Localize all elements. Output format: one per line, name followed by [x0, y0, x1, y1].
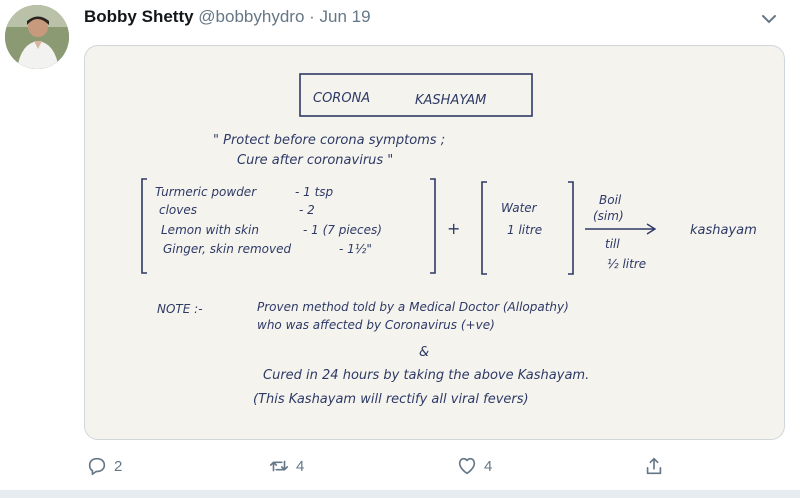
tweet-date[interactable]: Jun 19 [320, 7, 371, 26]
note-line1: Proven method told by a Medical Doctor (… [257, 300, 569, 314]
avatar[interactable] [5, 5, 69, 69]
note-line2: who was affected by Coronavirus (+ve) [257, 318, 495, 332]
right-bracket [430, 178, 436, 274]
quote-line1: " Protect before corona symptoms ; [213, 133, 445, 148]
till-line1: till [605, 237, 620, 251]
arrow-icon [585, 223, 657, 235]
ingredient-name: Ginger, skin removed [163, 242, 291, 256]
separator: · [309, 7, 315, 26]
title-right: KASHAYAM [415, 93, 486, 108]
reply-icon [88, 457, 106, 476]
like-count: 4 [484, 457, 493, 475]
left-bracket [141, 178, 147, 274]
water-label: Water [501, 201, 538, 215]
tweet-header: Bobby Shetty @bobbyhydro · Jun 19 [84, 6, 371, 28]
retweet-count: 4 [296, 457, 305, 475]
boil-line1: Boil [599, 193, 622, 207]
result-label: kashayam [690, 223, 757, 238]
water-qty: 1 litre [507, 223, 542, 237]
ingredient-qty: - 1 tsp [295, 185, 334, 199]
like-button[interactable]: 4 [456, 455, 492, 477]
attached-photo[interactable]: CORONA KASHAYAM " Protect before corona … [84, 45, 785, 440]
ingredient-name: cloves [159, 203, 197, 217]
water-left-bracket [481, 181, 487, 275]
title-left: CORONA [313, 91, 370, 106]
reply-count: 2 [114, 457, 123, 475]
share-button[interactable] [643, 455, 665, 477]
retweet-button[interactable]: 4 [268, 455, 304, 477]
boil-line2: (sim) [593, 209, 624, 223]
author-handle[interactable]: @bobbyhydro [198, 7, 304, 26]
ingredient-qty: - 1½" [339, 242, 372, 256]
till-line2: ½ litre [607, 257, 646, 271]
ingredient-qty: - 2 [299, 203, 315, 217]
ampersand: & [419, 345, 429, 360]
retweet-icon [269, 460, 289, 472]
divider [0, 490, 800, 498]
ingredient-qty: - 1 (7 pieces) [303, 223, 382, 237]
ingredient-name: Turmeric powder [155, 185, 257, 199]
viral-line: (This Kashayam will rectify all viral fe… [253, 392, 529, 407]
author-name[interactable]: Bobby Shetty [84, 7, 194, 26]
note-label: NOTE :- [157, 302, 203, 316]
quote-line2: Cure after coronavirus " [237, 153, 393, 168]
cured-line: Cured in 24 hours by taking the above Ka… [263, 368, 589, 383]
heart-icon [458, 457, 476, 475]
tweet-actions: 2 4 4 [0, 455, 800, 479]
chevron-down-icon[interactable] [758, 8, 780, 30]
reply-button[interactable]: 2 [86, 455, 122, 477]
water-right-bracket [568, 181, 574, 275]
share-icon [646, 457, 662, 475]
plus-sign: + [447, 219, 460, 238]
ingredient-name: Lemon with skin [161, 223, 259, 237]
tweet: Bobby Shetty @bobbyhydro · Jun 19 CORONA… [0, 0, 800, 490]
